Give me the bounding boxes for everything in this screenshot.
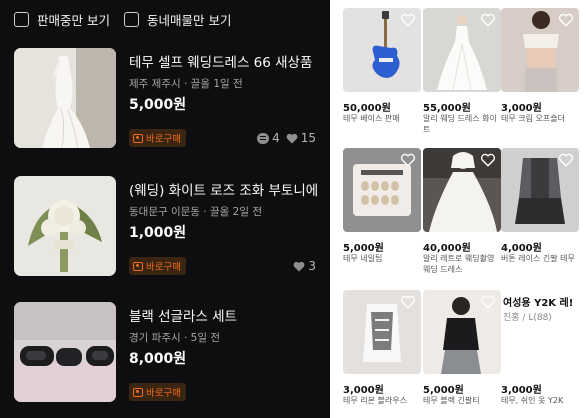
listing-thumbnail <box>14 176 116 276</box>
wedding-dress-image <box>14 48 116 148</box>
listing-info: 테무 셀프 웨딩드레스 66 새상품 제주 제주시 · 끌올 1일 전 5,00… <box>129 48 326 114</box>
listing-location: 동대문구 이문동 <box>129 206 200 218</box>
listing-thumbnail <box>14 302 116 402</box>
listing-location: 경기 파주시 <box>129 332 181 344</box>
product-price: 5,000원 <box>343 243 384 254</box>
filter-on-sale-label: 판매중만 보기 <box>37 12 110 28</box>
listing-price: 5,000원 <box>129 97 187 113</box>
listing-meta: 제주 제주시 · 끌올 1일 전 <box>129 78 243 90</box>
heart-icon <box>293 261 305 271</box>
listing-thumbnail <box>14 48 116 148</box>
like-count: 3 <box>308 259 316 273</box>
product-image <box>343 148 421 232</box>
chat-icon <box>257 132 270 144</box>
listing-time: 끌올 1일 전 <box>190 78 243 90</box>
checkbox-on-sale[interactable] <box>14 11 29 27</box>
product-name: 테무 베이스 판매 <box>343 114 400 123</box>
listing-price: 1,000원 <box>129 225 187 241</box>
listing-title: 블랙 선글라스 세트 <box>129 309 237 325</box>
listing-stats: 4 15 <box>257 131 316 145</box>
product-image <box>501 8 579 92</box>
buy-now-badge: 바로구매 <box>129 257 186 275</box>
product-name: 테무 블랙 긴팔티 <box>423 396 480 405</box>
product-price: 3,000원 <box>501 385 542 396</box>
listing-item[interactable]: 테무 셀프 웨딩드레스 66 새상품 제주 제주시 · 끌올 1일 전 5,00… <box>14 48 326 150</box>
listing-price: 8,000원 <box>129 351 187 367</box>
product-name: 테무 리본 블라우스 <box>343 396 407 405</box>
listing-stats: 3 <box>293 259 316 273</box>
product-price: 55,000원 <box>423 103 471 114</box>
listing-info: 블랙 선글라스 세트 경기 파주시 · 5일 전 8,000원 <box>129 302 326 368</box>
heart-outline-icon[interactable] <box>400 13 416 27</box>
listing-info: (웨딩) 화이트 로즈 조화 부토니에 동대문구 이문동 · 끌올 2일 전 1… <box>129 176 326 242</box>
product-image <box>501 148 579 232</box>
heart-outline-icon[interactable] <box>400 295 416 309</box>
listing-title: (웨딩) 화이트 로즈 조화 부토니에 <box>129 183 319 199</box>
buy-now-badge: 바로구매 <box>129 383 186 401</box>
heart-icon <box>286 133 298 143</box>
heart-outline-icon[interactable] <box>480 13 496 27</box>
listing-panel: 판매중만 보기 동네매물만 보기 테무 셀프 웨딩드레스 66 새상품 제주 제… <box>0 0 330 418</box>
product-name: 알리 웨딩 드레스 화이트 <box>423 114 497 134</box>
heart-outline-icon[interactable] <box>480 295 496 309</box>
buy-now-label: 바로구매 <box>146 134 181 145</box>
product-name: 테무, 쉬인 옷 Y2K <box>501 396 564 405</box>
checkbox-neighborhood[interactable] <box>123 11 139 27</box>
heart-outline-icon[interactable] <box>558 153 574 167</box>
buy-now-badge: 바로구매 <box>129 129 186 147</box>
product-price: 4,000원 <box>501 243 542 254</box>
buy-now-label: 바로구매 <box>146 388 181 399</box>
listing-meta: 경기 파주시 · 5일 전 <box>129 332 220 344</box>
listing-time: 5일 전 <box>190 332 220 344</box>
buy-now-label: 바로구매 <box>146 262 181 273</box>
heart-outline-icon[interactable] <box>558 13 574 27</box>
listing-item[interactable]: 블랙 선글라스 세트 경기 파주시 · 5일 전 8,000원 바로구매 <box>14 302 326 404</box>
product-price: 50,000원 <box>343 103 391 114</box>
sunglasses-image <box>14 302 116 402</box>
product-grid: 50,000원 테무 베이스 판매 55,000원 알리 웨딩 드레스 화이트 <box>335 0 586 418</box>
filter-neighborhood-label: 동네매물만 보기 <box>146 12 232 28</box>
bag-icon <box>133 133 143 143</box>
product-name: 테무 크림 오프숄더 <box>501 114 565 123</box>
overlay-subtitle: 진홍 / L(88) <box>503 313 552 323</box>
bag-icon <box>133 387 143 397</box>
like-count: 15 <box>300 131 316 145</box>
product-price: 3,000원 <box>501 103 542 114</box>
filter-on-sale[interactable]: 판매중만 보기 <box>14 10 110 29</box>
rose-boutonniere-image <box>14 176 116 276</box>
product-price: 3,000원 <box>343 385 384 396</box>
listing-time: 끌올 2일 전 <box>209 206 262 218</box>
listing-meta: 동대문구 이문동 · 끌올 2일 전 <box>129 206 262 218</box>
filter-neighborhood[interactable]: 동네매물만 보기 <box>123 10 232 29</box>
product-name: 버튼 레이스 긴팔 테무 <box>501 254 575 263</box>
product-image <box>423 8 501 92</box>
listing-title: 테무 셀프 웨딩드레스 66 새상품 <box>129 55 313 71</box>
product-price: 40,000원 <box>423 243 471 254</box>
product-image <box>343 8 421 92</box>
heart-outline-icon[interactable] <box>480 153 496 167</box>
chat-count: 4 <box>272 131 280 145</box>
listing-item[interactable]: (웨딩) 화이트 로즈 조화 부토니에 동대문구 이문동 · 끌올 2일 전 1… <box>14 176 326 278</box>
listing-location: 제주 제주시 <box>129 78 181 90</box>
overlay-title: 여성용 Y2K 레! <box>503 298 574 309</box>
product-image <box>423 290 501 374</box>
product-image <box>343 290 421 374</box>
product-image: 여성용 Y2K 레! 진홍 / L(88) <box>501 290 579 374</box>
bag-icon <box>133 261 143 271</box>
product-name: 테무 네일팁 <box>343 254 383 263</box>
product-name: 알리 레트로 웨딩촬영 웨딩 드레스 <box>423 254 495 274</box>
product-image <box>423 148 501 232</box>
filter-bar: 판매중만 보기 동네매물만 보기 <box>14 10 245 28</box>
product-price: 5,000원 <box>423 385 464 396</box>
heart-outline-icon[interactable] <box>400 153 416 167</box>
